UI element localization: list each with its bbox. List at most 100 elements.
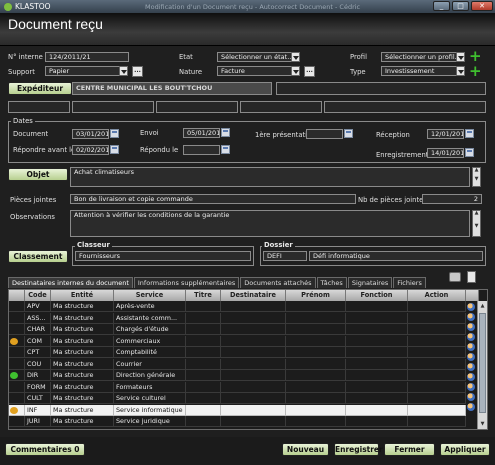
dossier-code-field[interactable]: DEFI (263, 251, 307, 261)
table-row[interactable]: COM Ma structure Commerciaux (9, 335, 479, 347)
nature-select[interactable]: Facture (217, 66, 299, 76)
document-icon[interactable] (467, 271, 476, 283)
profil-dropdown-icon[interactable] (456, 52, 465, 62)
expediteur-address-2[interactable] (72, 101, 154, 113)
commentaires-button[interactable]: Commentaires 0 (5, 443, 85, 456)
cell-empty[interactable] (346, 416, 408, 427)
cell-code[interactable]: DIR (25, 370, 51, 381)
cell-empty[interactable] (408, 324, 466, 335)
cell-empty[interactable] (346, 335, 408, 347)
classement-button[interactable]: Classement (8, 250, 68, 263)
person-icon[interactable] (467, 372, 475, 381)
cell-empty[interactable] (346, 347, 408, 358)
cell-entite[interactable]: Ma structure (51, 301, 114, 312)
cell-empty[interactable] (186, 393, 221, 404)
cell-empty[interactable] (221, 347, 286, 358)
add-profil-icon[interactable]: + (469, 49, 482, 64)
cell-empty[interactable] (408, 404, 466, 416)
cell-empty[interactable] (346, 312, 408, 324)
cell-empty[interactable] (186, 347, 221, 358)
cell-empty[interactable] (221, 393, 286, 404)
date-reception-field[interactable]: 12/01/2011 (427, 129, 464, 139)
cell-empty[interactable] (186, 335, 221, 347)
table-row[interactable]: JURI Ma structure Service juridique (9, 416, 479, 427)
cell-service[interactable]: Courrier (114, 358, 186, 370)
observations-field[interactable]: Attention à vérifier les conditions de l… (70, 210, 470, 237)
cell-empty[interactable] (286, 335, 346, 347)
date-enregistrement-field[interactable]: 14/01/2011 (427, 148, 464, 158)
cell-code[interactable]: COM (25, 335, 51, 347)
person-icon[interactable] (467, 362, 475, 371)
cell-empty[interactable] (286, 416, 346, 427)
cell-service[interactable]: Assistante comm... (114, 312, 186, 324)
nature-dropdown-icon[interactable] (291, 66, 300, 76)
cell-empty[interactable] (286, 404, 346, 416)
calendar-icon[interactable] (110, 129, 119, 138)
support-select[interactable]: Papier (45, 66, 128, 76)
cell-empty[interactable] (286, 370, 346, 381)
person-icon[interactable] (467, 322, 475, 331)
cell-service[interactable]: Après-vente (114, 301, 186, 312)
column-header-code[interactable]: Code (25, 290, 51, 301)
table-row[interactable]: CHAR Ma structure Chargés d'étude (9, 324, 479, 335)
type-dropdown-icon[interactable] (456, 66, 465, 76)
cell-empty[interactable] (286, 358, 346, 370)
cell-empty[interactable] (286, 393, 346, 404)
cell-empty[interactable] (408, 370, 466, 381)
date-document-field[interactable]: 03/01/2011 (72, 129, 109, 139)
maximize-button[interactable]: □ (452, 1, 469, 11)
tab-documents-attaches[interactable]: Documents attachés (240, 277, 316, 288)
scroll-thumb[interactable] (479, 313, 486, 413)
cell-empty[interactable] (221, 404, 286, 416)
person-icon[interactable] (467, 302, 475, 311)
cell-service[interactable]: Service juridique (114, 416, 186, 427)
support-dropdown-icon[interactable] (119, 66, 128, 76)
cell-entite[interactable]: Ma structure (51, 370, 114, 381)
tab-taches[interactable]: Tâches (316, 277, 347, 288)
expediteur-address-1[interactable] (8, 101, 70, 113)
cell-empty[interactable] (186, 416, 221, 427)
cell-empty[interactable] (346, 404, 408, 416)
table-row[interactable]: INF Ma structure Service informatique (9, 404, 479, 416)
person-icon[interactable] (467, 342, 475, 351)
cell-service[interactable]: Service culturel (114, 393, 186, 404)
cell-entite[interactable]: Ma structure (51, 312, 114, 324)
calendar-icon[interactable] (221, 128, 230, 137)
numero-field[interactable]: 124/2011/21 (45, 52, 129, 62)
cell-entite[interactable]: Ma structure (51, 358, 114, 370)
column-header-destinataire[interactable]: Destinataire (221, 290, 286, 301)
cell-empty[interactable] (186, 301, 221, 312)
table-row[interactable]: APV Ma structure Après-vente (9, 301, 479, 312)
date-envoi-field[interactable]: 05/01/2011 (183, 128, 220, 138)
person-icon[interactable] (467, 382, 475, 391)
cell-empty[interactable] (186, 370, 221, 381)
cell-service[interactable]: Formateurs (114, 381, 186, 393)
cell-service[interactable]: Service informatique (114, 404, 186, 416)
date-repondu-field[interactable] (183, 145, 220, 155)
cell-empty[interactable] (346, 381, 408, 393)
cell-service[interactable]: Direction générale (114, 370, 186, 381)
column-header-prenom[interactable]: Prénom (286, 290, 346, 301)
cell-empty[interactable] (286, 324, 346, 335)
cell-empty[interactable] (186, 312, 221, 324)
cell-empty[interactable] (221, 416, 286, 427)
cell-empty[interactable] (408, 416, 466, 427)
cell-empty[interactable] (408, 335, 466, 347)
cell-code[interactable]: CULT (25, 393, 51, 404)
dossier-name-field[interactable]: Défi informatique (309, 251, 483, 261)
cell-entite[interactable]: Ma structure (51, 416, 114, 427)
cell-empty[interactable] (408, 358, 466, 370)
cell-empty[interactable] (346, 324, 408, 335)
cell-code[interactable]: ASS... (25, 312, 51, 324)
cell-entite[interactable]: Ma structure (51, 393, 114, 404)
cell-code[interactable]: CHAR (25, 324, 51, 335)
cell-service[interactable]: Commerciaux (114, 335, 186, 347)
cell-empty[interactable] (408, 381, 466, 393)
cell-empty[interactable] (221, 381, 286, 393)
observations-scroll[interactable]: ▲ ▼ (472, 210, 481, 237)
cell-empty[interactable] (186, 324, 221, 335)
classeur-field[interactable]: Fournisseurs (75, 251, 251, 261)
calendar-icon[interactable] (465, 148, 474, 157)
person-icon[interactable] (467, 312, 475, 321)
objet-field[interactable]: Achat climatiseurs (70, 167, 470, 187)
